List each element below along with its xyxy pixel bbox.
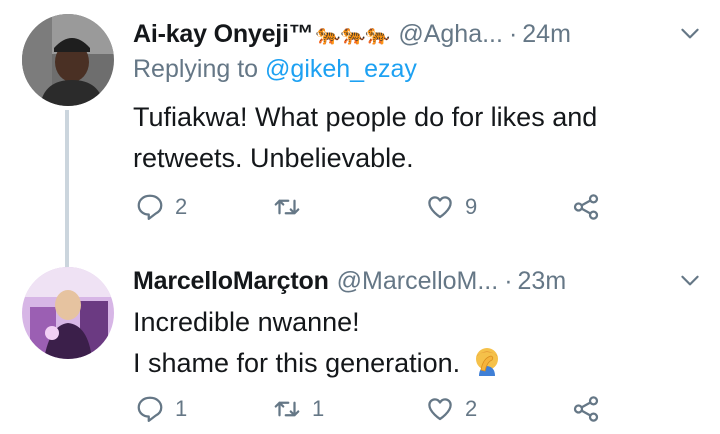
like-button[interactable]: 9 [425, 192, 477, 222]
replying-to-label: Replying to [133, 55, 259, 83]
timestamp[interactable]: 23m [518, 267, 567, 296]
tweet-text-line-content: I shame for this generation. [133, 348, 461, 378]
share-icon [573, 194, 599, 220]
share-button[interactable] [571, 192, 601, 222]
share-icon [573, 396, 599, 422]
reply-button[interactable]: 2 [135, 192, 187, 222]
timestamp[interactable]: 24m [522, 20, 571, 49]
retweet-count: 1 [312, 396, 325, 421]
reply-mention-link[interactable]: @gikeh_ezay [265, 55, 417, 83]
tweet-card[interactable]: MarcelloMarçton @MarcelloM... · 23m Incr… [0, 250, 720, 434]
tweet-text-line: retweets. Unbelievable. [133, 143, 414, 173]
name-emoji: 🐅🐅🐅 [315, 23, 391, 46]
tweet-text: Tufiakwa! What people do for likes and r… [133, 97, 597, 179]
retweet-button[interactable] [272, 192, 312, 222]
tweet-text: Incredible nwanne! I shame for this gene… [133, 302, 504, 384]
facepalm-emoji [470, 344, 504, 378]
retweet-icon [274, 199, 300, 215]
chevron-down-icon[interactable] [677, 20, 703, 46]
tweet-header: Ai-kay Onyeji™ 🐅🐅🐅 @Agha... · 24m [133, 17, 703, 51]
tweet-text-line: Tufiakwa! What people do for likes and [133, 102, 598, 132]
heart-icon [428, 398, 452, 421]
reply-icon [137, 194, 163, 220]
separator-dot: · [504, 266, 513, 295]
like-count: 9 [465, 194, 478, 219]
reply-icon [137, 396, 163, 422]
separator-dot: · [508, 19, 518, 48]
handle[interactable]: @MarcelloM... [337, 267, 499, 296]
like-button[interactable]: 2 [425, 394, 477, 424]
avatar[interactable] [22, 14, 114, 106]
handle[interactable]: @Agha... [398, 20, 503, 49]
reply-button[interactable]: 1 [135, 394, 187, 424]
like-count: 2 [465, 396, 478, 421]
tweet-card[interactable]: Ai-kay Onyeji™ 🐅🐅🐅 @Agha... · 24m Replyi… [0, 0, 720, 250]
display-name[interactable]: Ai-kay Onyeji™ [133, 20, 314, 49]
tweet-actions: 2 9 [133, 192, 693, 226]
tweet-text-line: Incredible nwanne! [133, 307, 360, 337]
retweet-button[interactable]: 1 [272, 394, 324, 424]
display-name[interactable]: MarcelloMarçton [133, 267, 329, 296]
tweet-actions: 1 1 2 [133, 394, 693, 428]
reply-count: 2 [175, 194, 188, 219]
tweet-text-line: I shame for this generation. [133, 343, 504, 384]
heart-icon [428, 196, 452, 219]
retweet-icon [274, 401, 300, 417]
share-button[interactable] [571, 394, 601, 424]
chevron-down-icon[interactable] [677, 267, 703, 293]
replying-to: Replying to @gikeh_ezay [133, 55, 417, 84]
reply-count: 1 [175, 396, 188, 421]
tweet-header: MarcelloMarçton @MarcelloM... · 23m [133, 264, 703, 298]
avatar[interactable] [22, 267, 114, 359]
